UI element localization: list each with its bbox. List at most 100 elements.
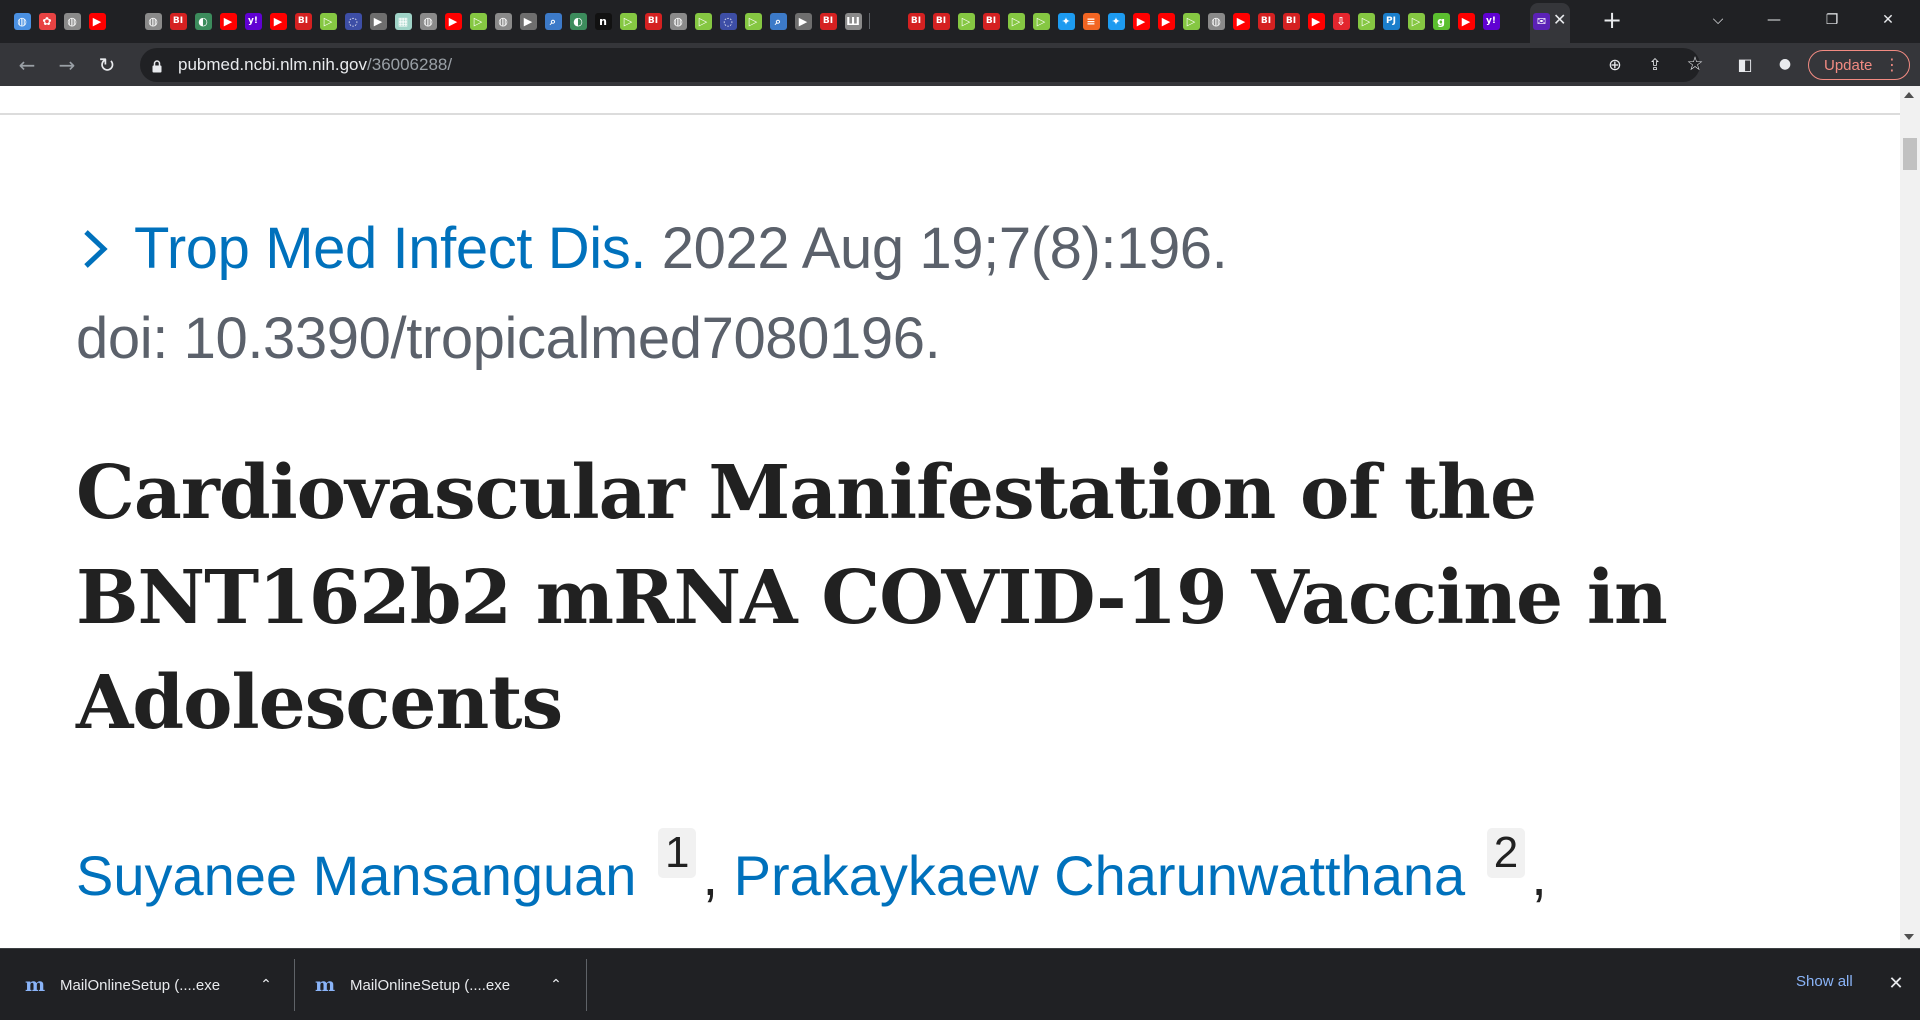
- tab[interactable]: BI: [291, 9, 315, 33]
- restore-button[interactable]: ❐: [1812, 4, 1852, 36]
- youtube-icon: ▶: [1157, 12, 1175, 30]
- new-tab-button[interactable]: +: [1598, 6, 1626, 34]
- tab[interactable]: ▶: [1129, 9, 1153, 33]
- chevron-up-icon[interactable]: ⌃: [256, 975, 276, 995]
- share-icon[interactable]: ⇪: [1644, 53, 1666, 75]
- download-item[interactable]: m MailOnlineSetup (....exe ⌃: [24, 949, 274, 1021]
- tab-search-dropdown-icon[interactable]: ⌵: [1698, 4, 1738, 36]
- tab[interactable]: ◍: [141, 9, 165, 33]
- tab[interactable]: BI: [166, 9, 190, 33]
- url-host: pubmed.ncbi.nlm.nih.gov: [178, 55, 368, 74]
- tab[interactable]: ▷: [1179, 9, 1203, 33]
- tab[interactable]: ⇩: [1329, 9, 1353, 33]
- vertical-scrollbar[interactable]: [1900, 86, 1920, 948]
- map-icon: ▦: [394, 12, 412, 30]
- download-item[interactable]: m MailOnlineSetup (....exe ⌃: [314, 949, 564, 1021]
- tab[interactable]: y!: [241, 9, 265, 33]
- tab[interactable]: ◌: [341, 9, 365, 33]
- close-window-button[interactable]: ✕: [1868, 4, 1908, 36]
- pinwheel-icon: ✿: [38, 12, 56, 30]
- tab[interactable]: ▷: [1404, 9, 1428, 33]
- tab[interactable]: Ш: [841, 9, 865, 33]
- tab[interactable]: ▷: [616, 9, 640, 33]
- tab[interactable]: ▷: [466, 9, 490, 33]
- affiliation-badge[interactable]: 1: [658, 828, 697, 878]
- tab[interactable]: g: [1429, 9, 1453, 33]
- zoom-icon[interactable]: ⊕: [1604, 53, 1626, 75]
- tab[interactable]: ▶: [1304, 9, 1328, 33]
- tab[interactable]: ✿: [35, 9, 59, 33]
- bookmark-star-icon[interactable]: ☆: [1684, 53, 1706, 75]
- show-all-downloads-link[interactable]: Show all: [1796, 973, 1853, 990]
- tab[interactable]: n: [591, 9, 615, 33]
- author-link[interactable]: Suyanee Mansanguan: [76, 844, 636, 907]
- tab[interactable]: BI: [1279, 9, 1303, 33]
- lock-icon[interactable]: [152, 60, 162, 73]
- minimize-button[interactable]: —: [1754, 4, 1794, 36]
- tab[interactable]: ⌕: [766, 9, 790, 33]
- active-tab[interactable]: ✉ ✕: [1530, 3, 1570, 43]
- tab[interactable]: ▶: [516, 9, 540, 33]
- tab[interactable]: ▷: [1004, 9, 1028, 33]
- tab[interactable]: BI: [979, 9, 1003, 33]
- tab[interactable]: ≡: [1079, 9, 1103, 33]
- tab[interactable]: ▶: [1154, 9, 1178, 33]
- journal-link[interactable]: Trop Med Infect Dis.: [134, 216, 646, 281]
- affiliation-badge[interactable]: 2: [1486, 828, 1526, 878]
- tab[interactable]: ◍: [60, 9, 84, 33]
- scrollbar-thumb[interactable]: [1903, 138, 1917, 170]
- update-button[interactable]: Update ⋮: [1808, 50, 1910, 80]
- tab[interactable]: y!: [1479, 9, 1503, 33]
- forward-button[interactable]: →: [52, 50, 82, 80]
- tab[interactable]: ▶: [791, 9, 815, 33]
- tab[interactable]: ✦: [1104, 9, 1128, 33]
- side-panel-icon[interactable]: ◧: [1734, 53, 1756, 75]
- tab[interactable]: BI: [904, 9, 928, 33]
- tab[interactable]: ◍: [10, 9, 34, 33]
- chevron-up-icon[interactable]: ⌃: [546, 975, 566, 995]
- mailonline-icon: m: [24, 974, 46, 996]
- tab[interactable]: ▶: [366, 9, 390, 33]
- tab[interactable]: ▶: [85, 9, 109, 33]
- tab[interactable]: ✦: [1054, 9, 1078, 33]
- close-download-bar-icon[interactable]: ✕: [1884, 971, 1908, 995]
- menu-icon[interactable]: ⋮: [1884, 55, 1900, 74]
- tab[interactable]: BI: [929, 9, 953, 33]
- tab[interactable]: BI: [1254, 9, 1278, 33]
- tab[interactable]: ◌: [716, 9, 740, 33]
- close-tab-icon[interactable]: ✕: [1553, 10, 1566, 29]
- tab[interactable]: ◍: [1204, 9, 1228, 33]
- tab[interactable]: ▶: [1229, 9, 1253, 33]
- tab[interactable]: ▶: [216, 9, 240, 33]
- tab[interactable]: ▷: [954, 9, 978, 33]
- tab[interactable]: ▷: [691, 9, 715, 33]
- tab-spacer: [866, 9, 872, 33]
- scroll-up-arrow-icon[interactable]: [1904, 92, 1914, 98]
- tab[interactable]: ◐: [566, 9, 590, 33]
- scroll-down-arrow-icon[interactable]: [1904, 934, 1914, 940]
- search-icon: ⌕: [544, 12, 562, 30]
- tab[interactable]: ▷: [741, 9, 765, 33]
- profile-icon[interactable]: ●: [1774, 53, 1796, 75]
- tab[interactable]: ▷: [316, 9, 340, 33]
- tab[interactable]: ▶: [266, 9, 290, 33]
- tab[interactable]: ⌕: [541, 9, 565, 33]
- tab[interactable]: ▦: [391, 9, 415, 33]
- reload-button[interactable]: ↻: [92, 50, 122, 80]
- tab[interactable]: ▷: [1029, 9, 1053, 33]
- tab[interactable]: ▶: [1454, 9, 1478, 33]
- tab[interactable]: ◍: [491, 9, 515, 33]
- tab[interactable]: ▷: [1354, 9, 1378, 33]
- chevron-right-icon[interactable]: [76, 226, 116, 272]
- tab[interactable]: ◐: [191, 9, 215, 33]
- tab[interactable]: ▶: [441, 9, 465, 33]
- tab[interactable]: BI: [641, 9, 665, 33]
- tab[interactable]: PJ: [1379, 9, 1403, 33]
- youtube-icon: ▶: [444, 12, 462, 30]
- back-button[interactable]: ←: [12, 50, 42, 80]
- tab[interactable]: BI: [816, 9, 840, 33]
- author-link[interactable]: Prakaykaew Charunwatthana: [734, 844, 1466, 907]
- tab[interactable]: ◍: [666, 9, 690, 33]
- tab[interactable]: ◍: [416, 9, 440, 33]
- url-text[interactable]: pubmed.ncbi.nlm.nih.gov/36006288/: [178, 55, 452, 75]
